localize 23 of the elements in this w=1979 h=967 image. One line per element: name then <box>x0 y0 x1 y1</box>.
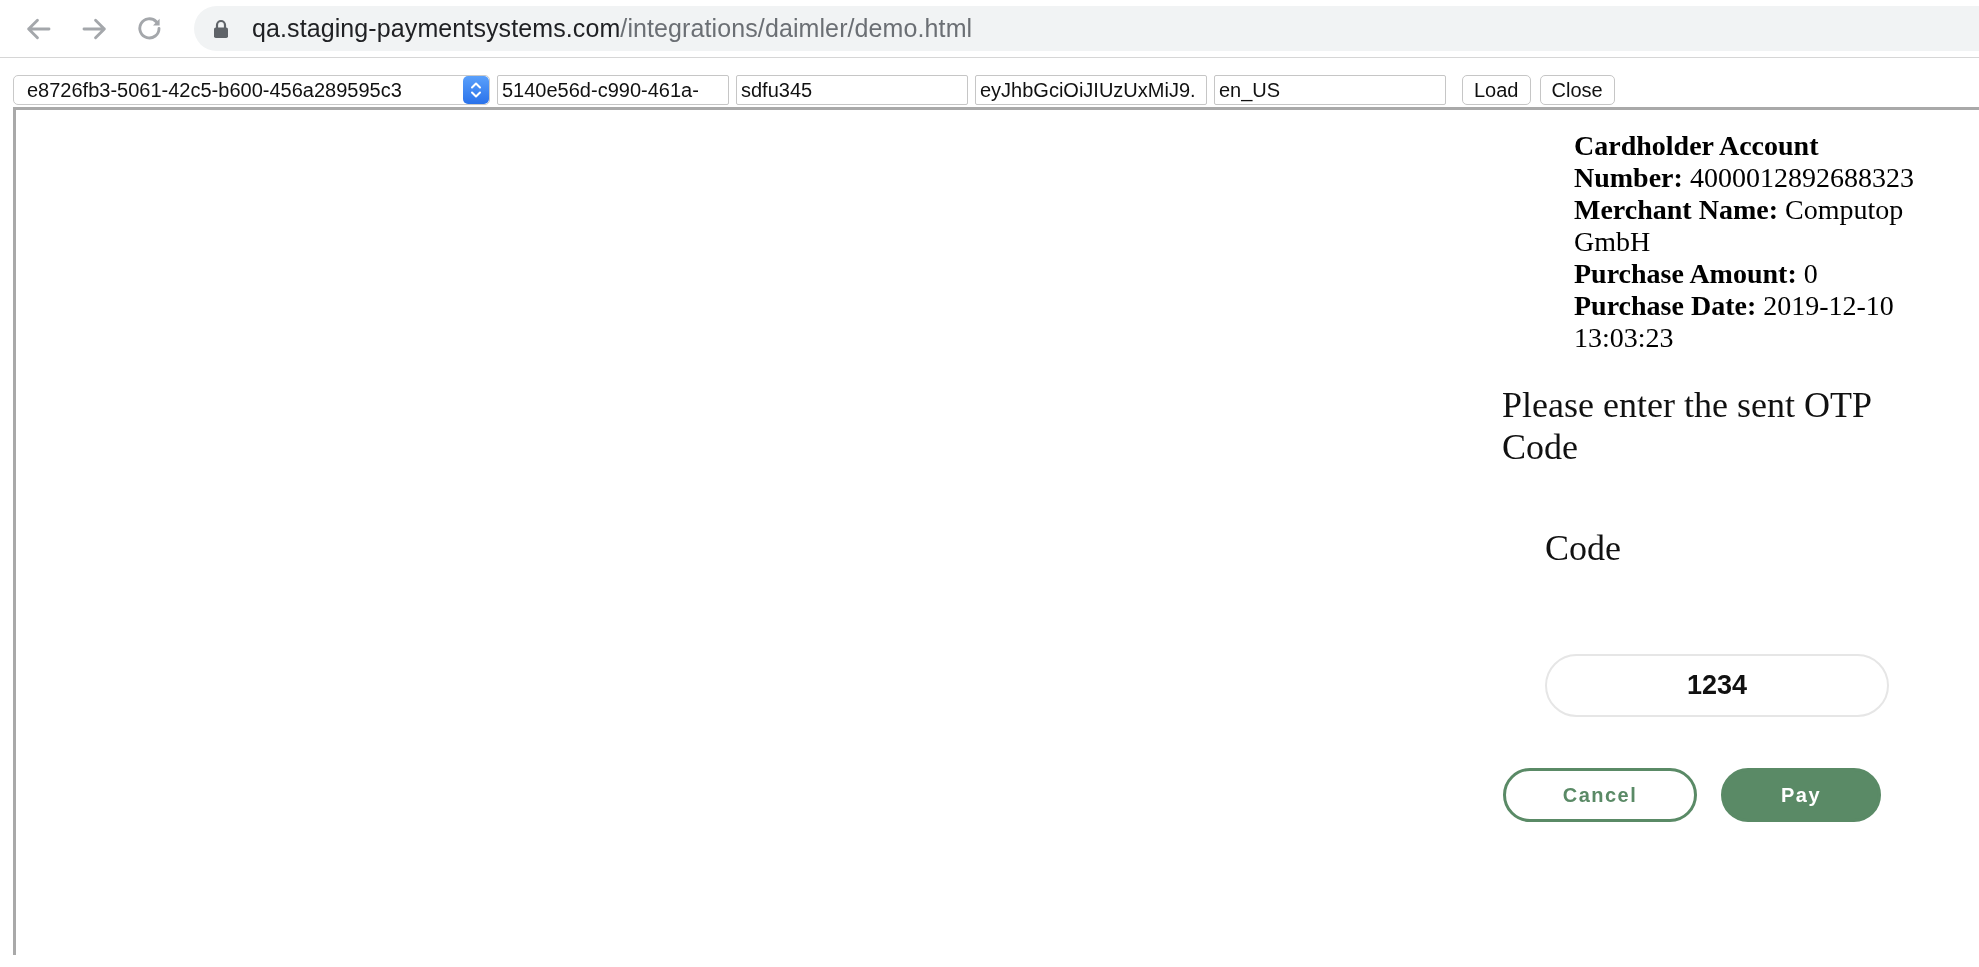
left-arrow-icon[interactable] <box>25 16 51 41</box>
text-field[interactable]: sdfu345 <box>736 75 968 105</box>
code-input[interactable]: 1234 <box>1545 654 1889 717</box>
detail-line: Purchase Amount: 0 <box>1574 258 1819 290</box>
right-arrow-icon[interactable] <box>82 16 108 41</box>
text-field[interactable]: en_US <box>1214 75 1446 105</box>
code-label: Code <box>1545 527 1621 569</box>
toolbar-button[interactable]: Load <box>1462 75 1531 105</box>
text-field[interactable]: eyJhbGciOiJIUzUxMiJ9. <box>975 75 1207 105</box>
text-field[interactable]: 5140e56d-c990-461a- <box>497 75 729 105</box>
reload-icon[interactable] <box>138 16 162 41</box>
id-select[interactable]: e8726fb3-5061-42c5-b600-456a289595c3 <box>13 75 490 105</box>
cancel-button[interactable]: Cancel <box>1503 768 1697 822</box>
detail-line: Purchase Date: 2019-12-10 13:03:23 <box>1574 290 1895 354</box>
lock-icon <box>213 19 229 38</box>
otp-prompt: Please enter the sent OTP Code <box>1502 384 1872 468</box>
detail-line: Cardholder Account Number: 4000012892688323 <box>1574 130 1915 194</box>
address-bar[interactable]: qa.staging-paymentsystems.com/integrations/daimler/demo.html <box>194 6 1979 51</box>
url-text: qa.staging-paymentsystems.com/integrations/daimler/demo.html <box>252 14 973 43</box>
detail-line: Merchant Name: Computop GmbH <box>1574 194 1905 258</box>
pay-button[interactable]: Pay <box>1721 768 1881 822</box>
toolbar-button[interactable]: Close <box>1539 75 1615 105</box>
up-down-chevron-icon <box>463 76 489 104</box>
